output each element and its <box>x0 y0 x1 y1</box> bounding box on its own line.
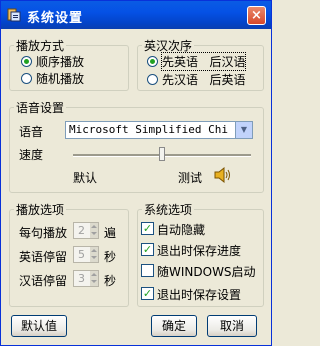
save-progress-checkbox[interactable]: ✓ <box>141 243 154 256</box>
spinner-arrows-icon[interactable] <box>90 223 98 238</box>
chinese-pause-label: 汉语停留 <box>19 274 68 288</box>
radio-sequential[interactable] <box>21 56 32 67</box>
radio-sequential-label: 顺序播放 <box>36 55 85 69</box>
english-pause-spinner[interactable]: 5 <box>73 246 99 263</box>
repeat-value: 2 <box>78 224 85 237</box>
english-pause-unit: 秒 <box>104 250 117 264</box>
cancel-button[interactable]: 取消 <box>207 315 257 337</box>
title-bar[interactable]: 系统设置 × <box>1 1 271 29</box>
english-pause-label: 英语停留 <box>19 250 68 264</box>
voice-legend: 语音设置 <box>16 101 65 115</box>
radio-random-label: 随机播放 <box>36 72 85 86</box>
ok-button[interactable]: 确定 <box>151 315 197 337</box>
startup-checkbox[interactable] <box>141 264 154 277</box>
play-options-legend: 播放选项 <box>16 203 65 217</box>
settings-window: 系统设置 × 播放方式 顺序播放 随机播放 英汉次序 先英语 后汉语 先汉语 后… <box>0 0 272 346</box>
speed-slider-thumb[interactable] <box>159 147 165 161</box>
chinese-first-text: 先汉语 <box>162 73 199 87</box>
default-button[interactable]: 默认值 <box>11 315 67 337</box>
english-first-text: 先英语 <box>162 55 199 69</box>
chevron-down-icon[interactable]: ▼ <box>235 122 252 138</box>
radio-chinese-first[interactable] <box>147 74 158 85</box>
save-settings-checkbox[interactable]: ✓ <box>141 287 154 300</box>
app-icon <box>7 8 21 22</box>
auto-hide-label: 自动隐藏 <box>157 223 206 237</box>
voice-select[interactable]: Microsoft Simplified Chinese ▼ <box>65 121 253 139</box>
test-voice-link[interactable]: 测试 <box>178 169 202 186</box>
radio-english-first-label: 先英语 后汉语 <box>160 52 247 71</box>
save-progress-label: 退出时保存进度 <box>157 244 242 258</box>
chinese-pause-value: 3 <box>78 272 85 285</box>
radio-random[interactable] <box>21 73 32 84</box>
default-speed-link[interactable]: 默认 <box>73 169 97 186</box>
close-button[interactable]: × <box>247 6 266 25</box>
voice-select-value: Microsoft Simplified Chinese <box>69 123 229 136</box>
chinese-pause-unit: 秒 <box>104 274 117 288</box>
speaker-icon[interactable] <box>213 166 233 184</box>
auto-hide-checkbox[interactable]: ✓ <box>141 222 154 235</box>
chinese-pause-spinner[interactable]: 3 <box>73 270 99 287</box>
radio-chinese-first-label: 先汉语 后英语 <box>162 71 245 88</box>
speed-label: 速度 <box>19 148 44 162</box>
save-settings-label: 退出时保存设置 <box>157 288 242 302</box>
voice-label: 语音 <box>19 125 44 139</box>
repeat-spinner[interactable]: 2 <box>73 222 99 239</box>
spinner-arrows-icon[interactable] <box>90 247 98 262</box>
system-options-legend: 系统选项 <box>144 203 193 217</box>
close-icon: × <box>251 8 262 23</box>
english-after-text: 后英语 <box>209 73 246 87</box>
repeat-unit: 遍 <box>104 226 117 240</box>
repeat-label: 每句播放 <box>19 226 68 240</box>
order-legend: 英汉次序 <box>144 39 193 53</box>
english-pause-value: 5 <box>78 248 85 261</box>
radio-english-first[interactable] <box>147 56 158 67</box>
window-title: 系统设置 <box>27 11 84 26</box>
play-mode-legend: 播放方式 <box>16 39 65 53</box>
spinner-arrows-icon[interactable] <box>90 271 98 286</box>
chinese-after-text: 后汉语 <box>209 55 246 69</box>
startup-label: 随WINDOWS启动 <box>157 265 256 279</box>
